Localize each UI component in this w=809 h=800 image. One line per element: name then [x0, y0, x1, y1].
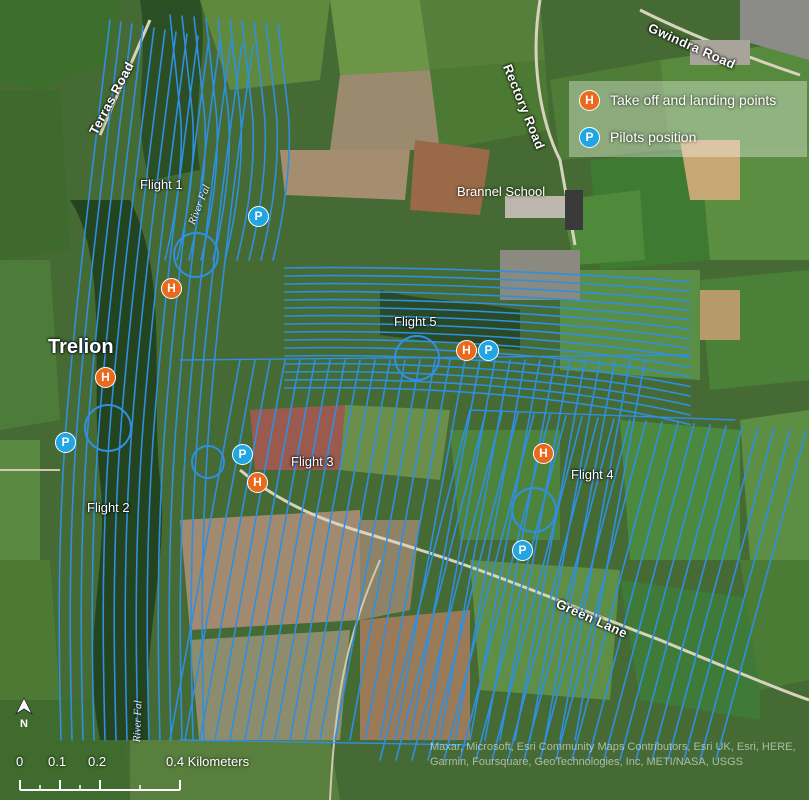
flight-label-2: Flight 2 — [87, 500, 130, 515]
takeoff-marker-icon[interactable]: H — [533, 443, 554, 464]
north-label: N — [20, 718, 28, 730]
pilot-marker-icon[interactable]: P — [512, 540, 533, 561]
scale-label-0: 0 — [16, 754, 24, 769]
map-legend: H Take off and landing points P Pilots p… — [569, 81, 807, 157]
pilot-marker-icon[interactable]: P — [248, 206, 269, 227]
legend-label-takeoff: Take off and landing points — [610, 92, 777, 108]
pilot-marker-icon[interactable]: P — [478, 340, 499, 361]
flight-label-4: Flight 4 — [571, 467, 614, 482]
river-label-south: River Fal — [131, 700, 145, 743]
legend-label-pilot: Pilots position — [610, 129, 697, 145]
legend-item-takeoff: H Take off and landing points — [579, 88, 776, 112]
pilot-legend-icon: P — [579, 126, 600, 148]
place-label: Trelion — [48, 336, 114, 358]
map-attribution: Maxar, Microsoft, Esri Community Maps Co… — [430, 741, 796, 768]
flight-label-3: Flight 3 — [291, 454, 334, 469]
north-arrow-icon: N — [12, 696, 36, 730]
takeoff-legend-icon: H — [579, 89, 600, 111]
takeoff-marker-icon[interactable]: H — [247, 472, 268, 493]
flight-label-1: Flight 1 — [140, 177, 183, 192]
takeoff-marker-icon[interactable]: H — [161, 278, 182, 299]
scale-ruler — [19, 780, 181, 791]
pilot-marker-icon[interactable]: P — [232, 444, 253, 465]
flight-label-5: Flight 5 — [394, 314, 437, 329]
scale-bar: 0 0.1 0.2 0.4 Kilometers — [8, 748, 298, 796]
map-view[interactable]: Terras Road Rectory Road Gwindra Road Gr… — [0, 0, 809, 800]
takeoff-marker-icon[interactable]: H — [456, 340, 477, 361]
takeoff-marker-icon[interactable]: H — [95, 367, 116, 388]
pilot-marker-icon[interactable]: P — [55, 432, 76, 453]
scale-label-1: 0.1 — [48, 754, 67, 769]
scale-label-3: 0.4 Kilometers — [166, 754, 250, 769]
legend-item-pilot: P Pilots position — [579, 125, 696, 149]
scale-label-2: 0.2 — [88, 754, 107, 769]
school-label: Brannel School — [457, 184, 546, 199]
